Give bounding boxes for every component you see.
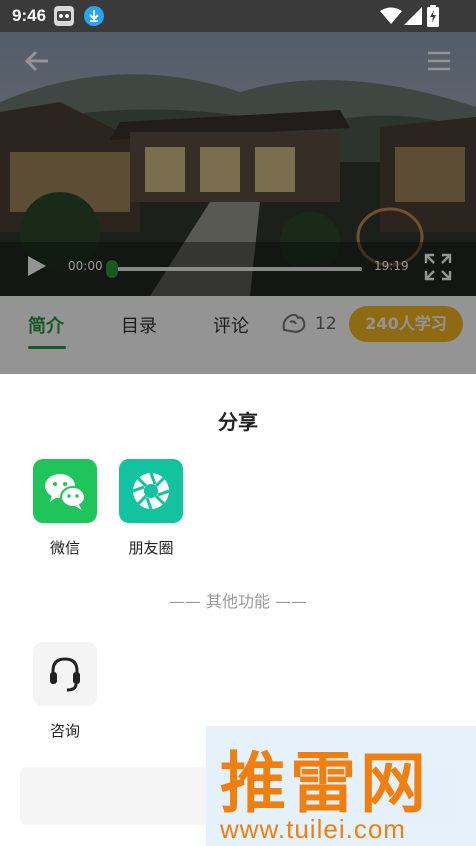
moments-icon[interactable] (119, 459, 183, 523)
headset-icon[interactable] (33, 642, 97, 706)
share-sheet-title: 分享 (218, 410, 258, 434)
share-wechat-label: 微信 (49, 539, 80, 557)
signal-icon (404, 7, 422, 25)
app-notification-icon (54, 6, 74, 26)
other-functions-divider: —— 其他功能 —— (168, 592, 308, 611)
status-bar: 9:46 (0, 0, 476, 32)
wechat-icon[interactable] (33, 459, 97, 523)
share-wechat[interactable]: 微信 (33, 459, 97, 558)
status-time: 9:46 (12, 6, 47, 25)
battery-icon (427, 5, 439, 27)
action-consult[interactable]: 咨询 (33, 642, 97, 741)
watermark-url: www.tuilei.com (220, 814, 406, 844)
wifi-icon (380, 7, 402, 24)
watermark-title: 推雷网 (220, 745, 430, 822)
watermark: 推雷网 www.tuilei.com (206, 726, 476, 846)
share-moments-label: 朋友圈 (128, 539, 174, 557)
action-consult-label: 咨询 (49, 722, 80, 740)
modal-backdrop[interactable] (0, 32, 476, 374)
download-icon (84, 6, 104, 26)
share-moments[interactable]: 朋友圈 (119, 459, 183, 558)
